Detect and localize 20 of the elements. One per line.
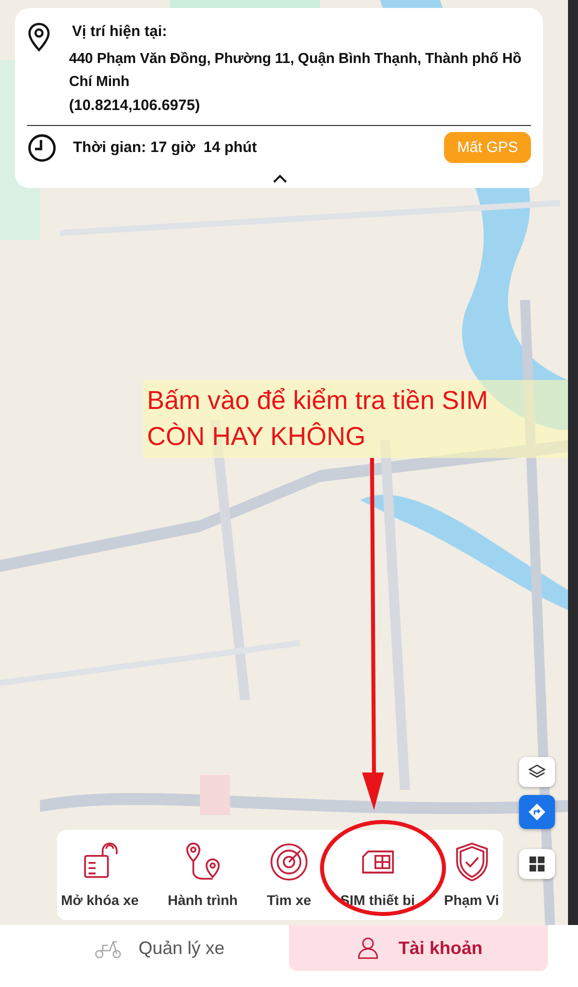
annotation-text: CÒN HAY KHÔNG xyxy=(147,420,367,453)
clock-icon xyxy=(27,132,57,162)
location-label: Vị trí hiện tại: xyxy=(71,22,168,42)
time-label: Thời gian: 17 giờ 14 phút xyxy=(73,139,258,156)
action-button[interactable]: Tìm xe xyxy=(266,830,312,920)
layers-button[interactable] xyxy=(519,757,555,787)
coordinates-text: (10.8214,106.6975) xyxy=(69,96,201,116)
nav-tab[interactable]: Tài khoản xyxy=(289,925,548,971)
grid-icon xyxy=(527,854,547,874)
caret-up-icon[interactable] xyxy=(272,174,288,184)
action-button[interactable]: Phạm Vi xyxy=(444,830,499,920)
directions-icon xyxy=(527,802,547,822)
nav-tab[interactable]: Quản lý xe xyxy=(30,925,289,971)
action-button[interactable]: Mở khóa xe xyxy=(61,830,139,920)
action-button[interactable]: Hành trình xyxy=(168,830,238,920)
location-pin-icon xyxy=(27,22,51,52)
address-text: 440 Phạm Văn Đồng, Phường 11, Quận Bình Thạnh, Thành phố Hồ Chí Minh xyxy=(69,50,522,92)
annotation-text: Bấm vào để kiểm tra tiền SIM xyxy=(147,384,490,417)
grid-button[interactable] xyxy=(519,849,555,879)
directions-button[interactable] xyxy=(519,795,555,829)
